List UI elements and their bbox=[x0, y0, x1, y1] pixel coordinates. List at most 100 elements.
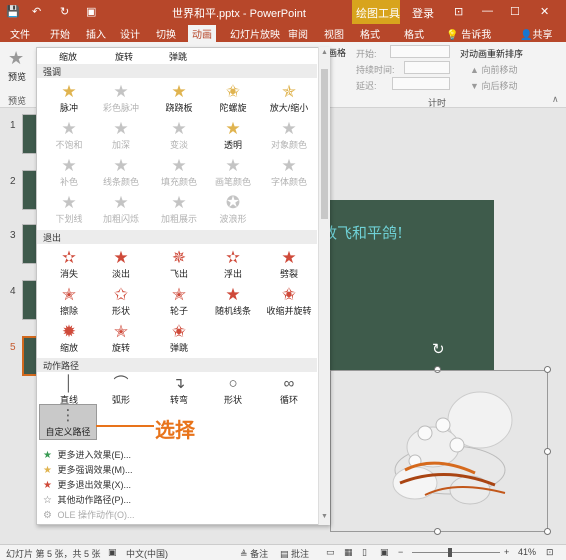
zoom-out-icon[interactable]: − bbox=[398, 547, 403, 557]
path-arcs[interactable]: ⌒ 弧形 bbox=[95, 373, 147, 409]
collapse-ribbon-icon[interactable]: ∧ bbox=[552, 94, 559, 105]
preview-star-icon[interactable]: ★ bbox=[8, 48, 24, 69]
effect-pulse[interactable]: ★ 脉冲 bbox=[43, 81, 95, 117]
present-icon[interactable]: ▣ bbox=[86, 5, 96, 18]
effect-split[interactable]: ★ 劈裂 bbox=[263, 247, 315, 283]
tab-slideshow[interactable]: 幻灯片放映 bbox=[230, 26, 280, 41]
language-indicator[interactable]: 中文(中国) bbox=[126, 547, 168, 560]
star-icon: ★ bbox=[171, 119, 187, 138]
rotate-handle-icon[interactable]: ↻ bbox=[432, 340, 445, 358]
move-earlier-icon: ▲ bbox=[470, 65, 479, 75]
gallery-scrollbar[interactable]: ▲ ▼ bbox=[318, 47, 330, 525]
scroll-down-icon[interactable]: ▼ bbox=[321, 513, 328, 520]
effect-zoom-entrance[interactable]: 缩放 bbox=[59, 50, 77, 63]
effect-object-color: ★ 对象颜色 bbox=[263, 118, 315, 154]
reading-view-icon[interactable]: ▯ bbox=[362, 547, 367, 558]
scroll-thumb[interactable] bbox=[321, 69, 328, 219]
tab-transitions[interactable]: 切换 bbox=[156, 26, 176, 41]
tell-me-box[interactable]: 💡 告诉我 bbox=[446, 26, 491, 41]
path-shapes[interactable]: ○ 形状 bbox=[207, 373, 259, 409]
notes-icon: ≜ bbox=[240, 549, 248, 559]
path-turns[interactable]: ↴ 转弯 bbox=[153, 373, 205, 409]
slide-number: 5 bbox=[10, 342, 16, 353]
tab-insert[interactable]: 插入 bbox=[86, 26, 106, 41]
star-icon: ✫ bbox=[225, 248, 241, 267]
effect-wipe[interactable]: ✭ 擦除 bbox=[43, 284, 95, 320]
zoom-level[interactable]: 41% bbox=[518, 547, 536, 557]
save-icon[interactable]: 💾 bbox=[6, 5, 20, 18]
ribbon-options-icon[interactable]: ⊡ bbox=[454, 5, 463, 18]
minimize-icon[interactable]: — bbox=[482, 5, 493, 17]
effect-wave: ✪ 波浪形 bbox=[207, 192, 259, 228]
slide-content[interactable]: 放飞和平鸽! bbox=[322, 200, 494, 370]
star-icon: ★ bbox=[61, 193, 77, 212]
effect-float-out[interactable]: ✫ 浮出 bbox=[207, 247, 259, 283]
effect-teeter[interactable]: ★ 跷跷板 bbox=[153, 81, 205, 117]
zoom-slider-thumb[interactable] bbox=[448, 548, 452, 557]
start-select[interactable] bbox=[390, 45, 450, 58]
resize-handle[interactable] bbox=[434, 528, 441, 535]
effect-fly-out[interactable]: ✵ 飞出 bbox=[153, 247, 205, 283]
fit-to-window-icon[interactable]: ⊡ bbox=[546, 547, 554, 558]
more-emphasis-effects[interactable]: ★ 更多强调效果(M)... bbox=[43, 463, 133, 476]
more-exit-effects[interactable]: ★ 更多退出效果(X)... bbox=[43, 478, 131, 491]
effect-wheel[interactable]: ✭ 轮子 bbox=[153, 284, 205, 320]
move-later-button[interactable]: ▼ 向后移动 bbox=[470, 79, 517, 92]
spellcheck-icon[interactable]: ▣ bbox=[108, 547, 117, 558]
effect-spin[interactable]: ✬ 陀螺旋 bbox=[207, 81, 259, 117]
tab-format-drawing[interactable]: 格式 bbox=[360, 26, 380, 41]
comments-button[interactable]: ▤ 批注 bbox=[280, 547, 309, 560]
move-earlier-button[interactable]: ▲ 向前移动 bbox=[470, 63, 517, 76]
resize-handle[interactable] bbox=[544, 448, 551, 455]
tab-review[interactable]: 审阅 bbox=[288, 26, 308, 41]
move-later-label: 向后移动 bbox=[481, 81, 518, 91]
path-custom-selected[interactable]: ⋮ 自定义路径 bbox=[39, 404, 97, 440]
scroll-up-icon[interactable]: ▲ bbox=[321, 49, 328, 56]
effect-spin-entrance[interactable]: 旋转 bbox=[115, 50, 133, 63]
effect-grow-shrink[interactable]: ✯ 放大/缩小 bbox=[263, 81, 315, 117]
maximize-icon[interactable]: ☐ bbox=[510, 5, 520, 18]
tab-format-picture[interactable]: 格式 bbox=[404, 26, 424, 41]
effect-bounce-entrance[interactable]: 弹跳 bbox=[169, 50, 187, 63]
effect-bounce-exit[interactable]: ✬ 弹跳 bbox=[153, 321, 205, 357]
undo-icon[interactable]: ↶ bbox=[32, 5, 41, 18]
notes-button[interactable]: ≜ 备注 bbox=[240, 547, 268, 560]
effect-disappear[interactable]: ✫ 消失 bbox=[43, 247, 95, 283]
tab-animations[interactable]: 动画 bbox=[188, 25, 216, 42]
path-loops[interactable]: ∞ 循环 bbox=[263, 373, 315, 409]
effect-random-bars[interactable]: ★ 随机线条 bbox=[207, 284, 259, 320]
close-icon[interactable]: ✕ bbox=[540, 5, 549, 18]
zoom-slider[interactable] bbox=[412, 552, 500, 553]
tab-view[interactable]: 视图 bbox=[324, 26, 344, 41]
delay-input[interactable] bbox=[392, 77, 450, 90]
tab-design[interactable]: 设计 bbox=[120, 26, 140, 41]
star-icon: ★ bbox=[225, 156, 241, 175]
zoom-in-icon[interactable]: + bbox=[504, 547, 509, 557]
more-motion-paths[interactable]: ☆ 其他动作路径(P)... bbox=[43, 493, 131, 506]
effect-zoom-exit[interactable]: ✹ 缩放 bbox=[43, 321, 95, 357]
effect-transparency[interactable]: ★ 透明 bbox=[207, 118, 259, 154]
slide-title-text[interactable]: 放飞和平鸽! bbox=[322, 222, 403, 243]
tab-file[interactable]: 文件 bbox=[10, 26, 30, 41]
effect-shape[interactable]: ✩ 形状 bbox=[95, 284, 147, 320]
preview-button[interactable]: 预览 bbox=[8, 70, 26, 83]
effect-spin-exit[interactable]: ✭ 旋转 bbox=[95, 321, 147, 357]
slide-sorter-icon[interactable]: ▦ bbox=[344, 547, 353, 558]
resize-handle[interactable] bbox=[544, 366, 551, 373]
slideshow-icon[interactable]: ▣ bbox=[380, 547, 389, 558]
star-icon: ★ bbox=[225, 119, 241, 138]
resize-handle[interactable] bbox=[544, 528, 551, 535]
effect-fade[interactable]: ★ 淡出 bbox=[95, 247, 147, 283]
effect-line-color: ★ 线条颜色 bbox=[95, 155, 147, 191]
share-button[interactable]: 👤共享 bbox=[520, 26, 552, 41]
more-entrance-effects[interactable]: ★ 更多进入效果(E)... bbox=[43, 448, 131, 461]
tab-home[interactable]: 开始 bbox=[50, 26, 70, 41]
duration-input[interactable] bbox=[404, 61, 450, 74]
effect-shrink-turn[interactable]: ✬ 收缩并旋转 bbox=[263, 284, 315, 320]
doves-image[interactable] bbox=[375, 375, 535, 515]
star-icon: ★ bbox=[61, 156, 77, 175]
sign-in-link[interactable]: 登录 bbox=[412, 5, 434, 21]
redo-icon[interactable]: ↻ bbox=[60, 5, 69, 18]
normal-view-icon[interactable]: ▭ bbox=[326, 547, 335, 558]
emphasis-section-header: 强调 bbox=[37, 64, 317, 78]
